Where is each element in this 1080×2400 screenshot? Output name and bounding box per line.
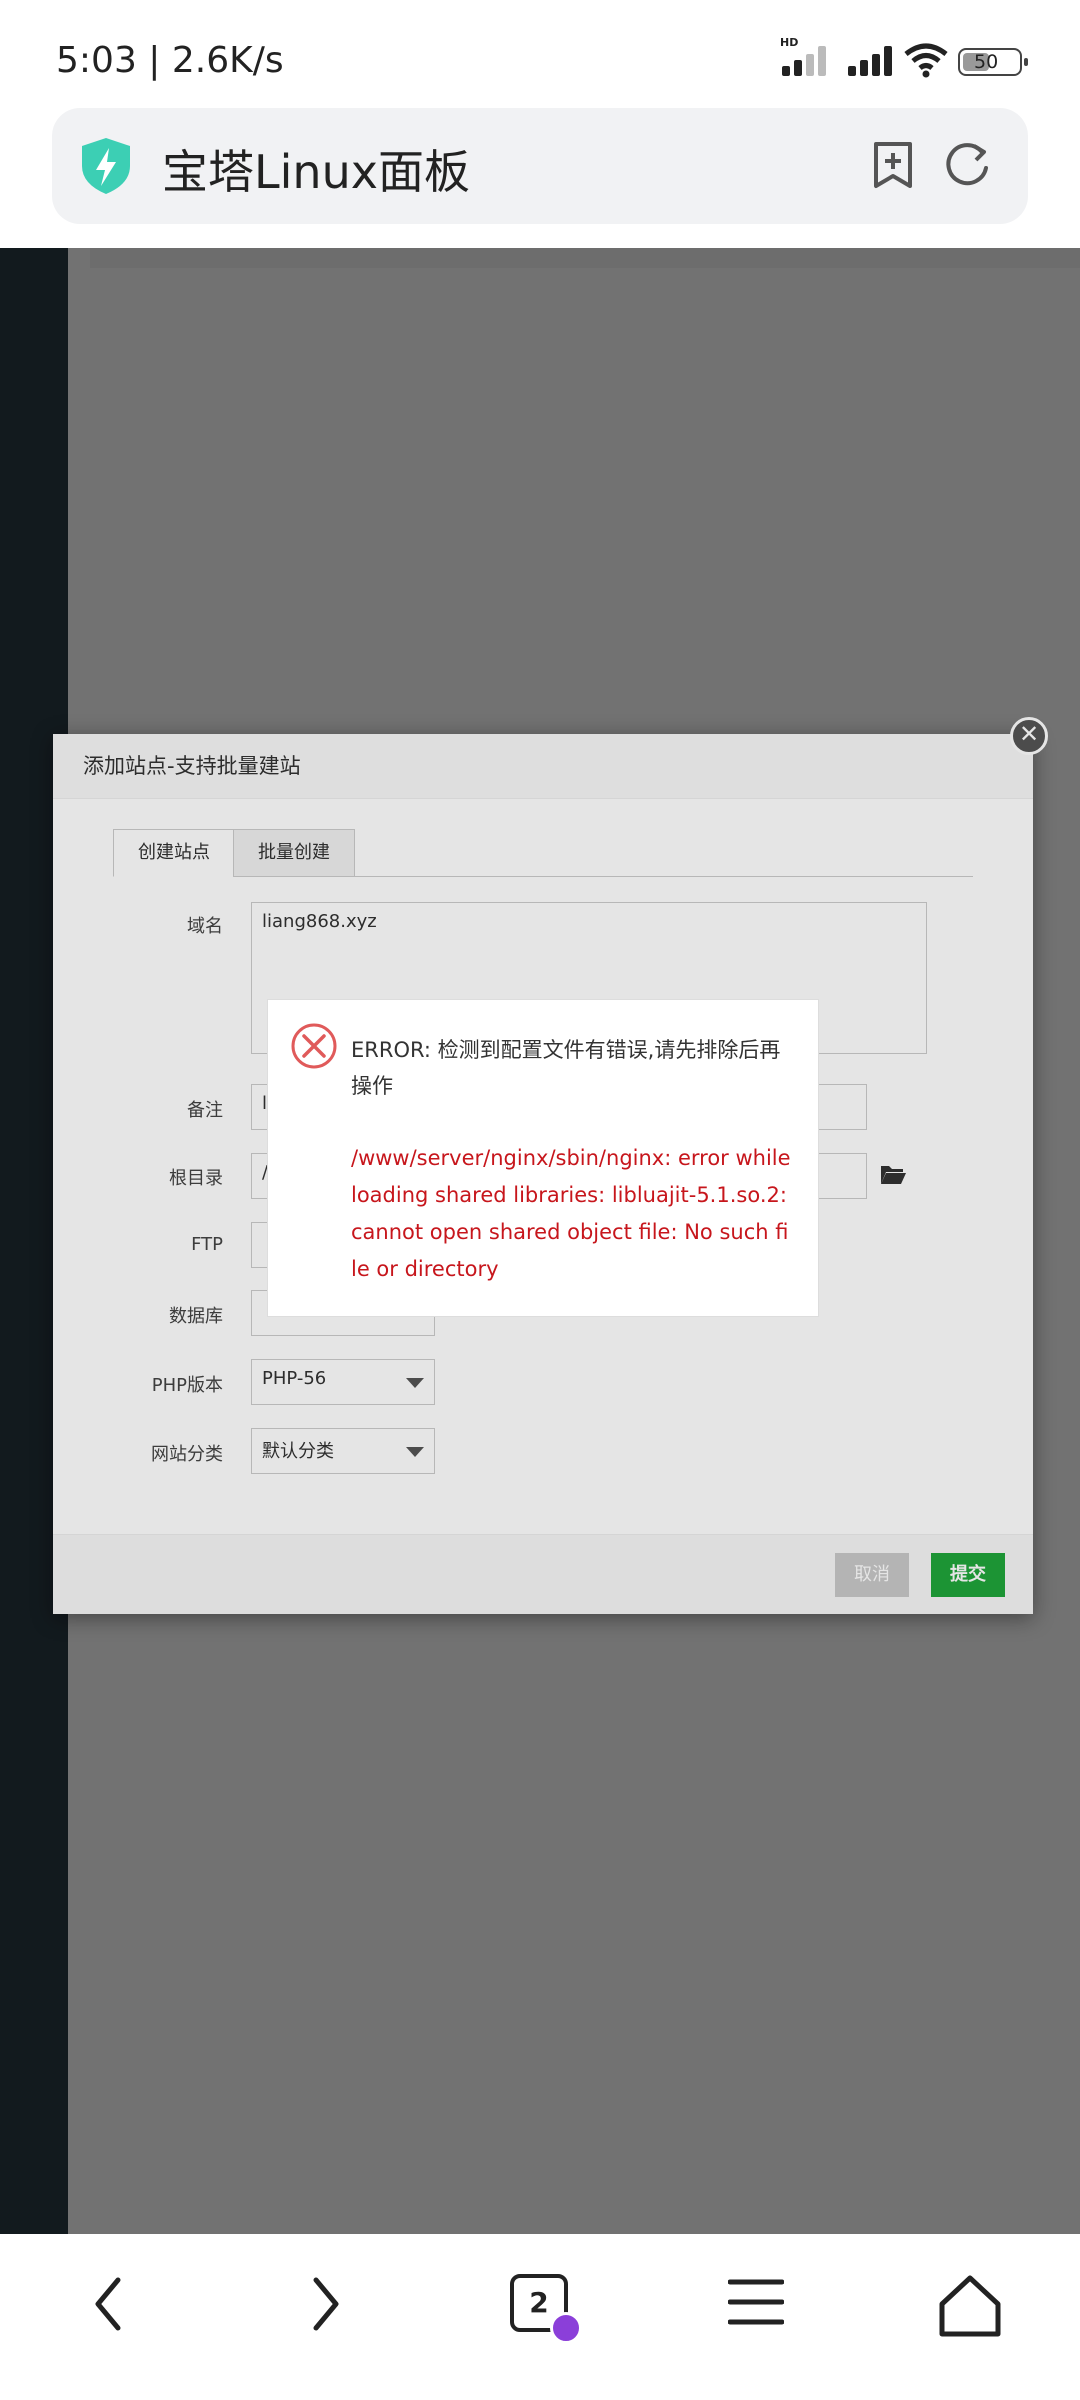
incognito-icon [550, 2312, 582, 2344]
status-bar: 5:03 | 2.6K/s HD 50 [0, 0, 1080, 105]
status-time: 5:03 | 2.6K/s [56, 40, 284, 81]
back-icon[interactable] [88, 2274, 128, 2334]
bottom-nav: 2 [0, 2234, 1080, 2400]
error-title: ERROR: 检测到配置文件有错误,请先排除后再操作 [351, 1038, 781, 1098]
menu-icon[interactable] [728, 2274, 784, 2330]
address-bar[interactable]: 宝塔Linux面板 [52, 108, 1028, 224]
signal-icon [782, 46, 826, 76]
refresh-icon[interactable] [942, 140, 992, 190]
battery-icon: 50 [958, 48, 1028, 76]
error-popup: ERROR: 检测到配置文件有错误,请先排除后再操作 /www/server/n… [267, 999, 819, 1317]
wifi-icon [904, 43, 948, 78]
home-icon[interactable] [938, 2274, 1002, 2338]
error-detail: /www/server/nginx/sbin/nginx: error whil… [351, 1146, 791, 1281]
bookmark-add-icon[interactable] [870, 140, 916, 190]
tabs-icon[interactable]: 2 [510, 2274, 590, 2354]
signal-icon-2 [848, 46, 892, 76]
error-icon [291, 1023, 337, 1069]
forward-icon[interactable] [306, 2274, 346, 2334]
status-icons: HD 50 [780, 36, 1040, 82]
battery-level: 50 [974, 51, 999, 73]
site-title[interactable]: 宝塔Linux面板 [162, 136, 470, 202]
shield-icon [82, 138, 130, 194]
